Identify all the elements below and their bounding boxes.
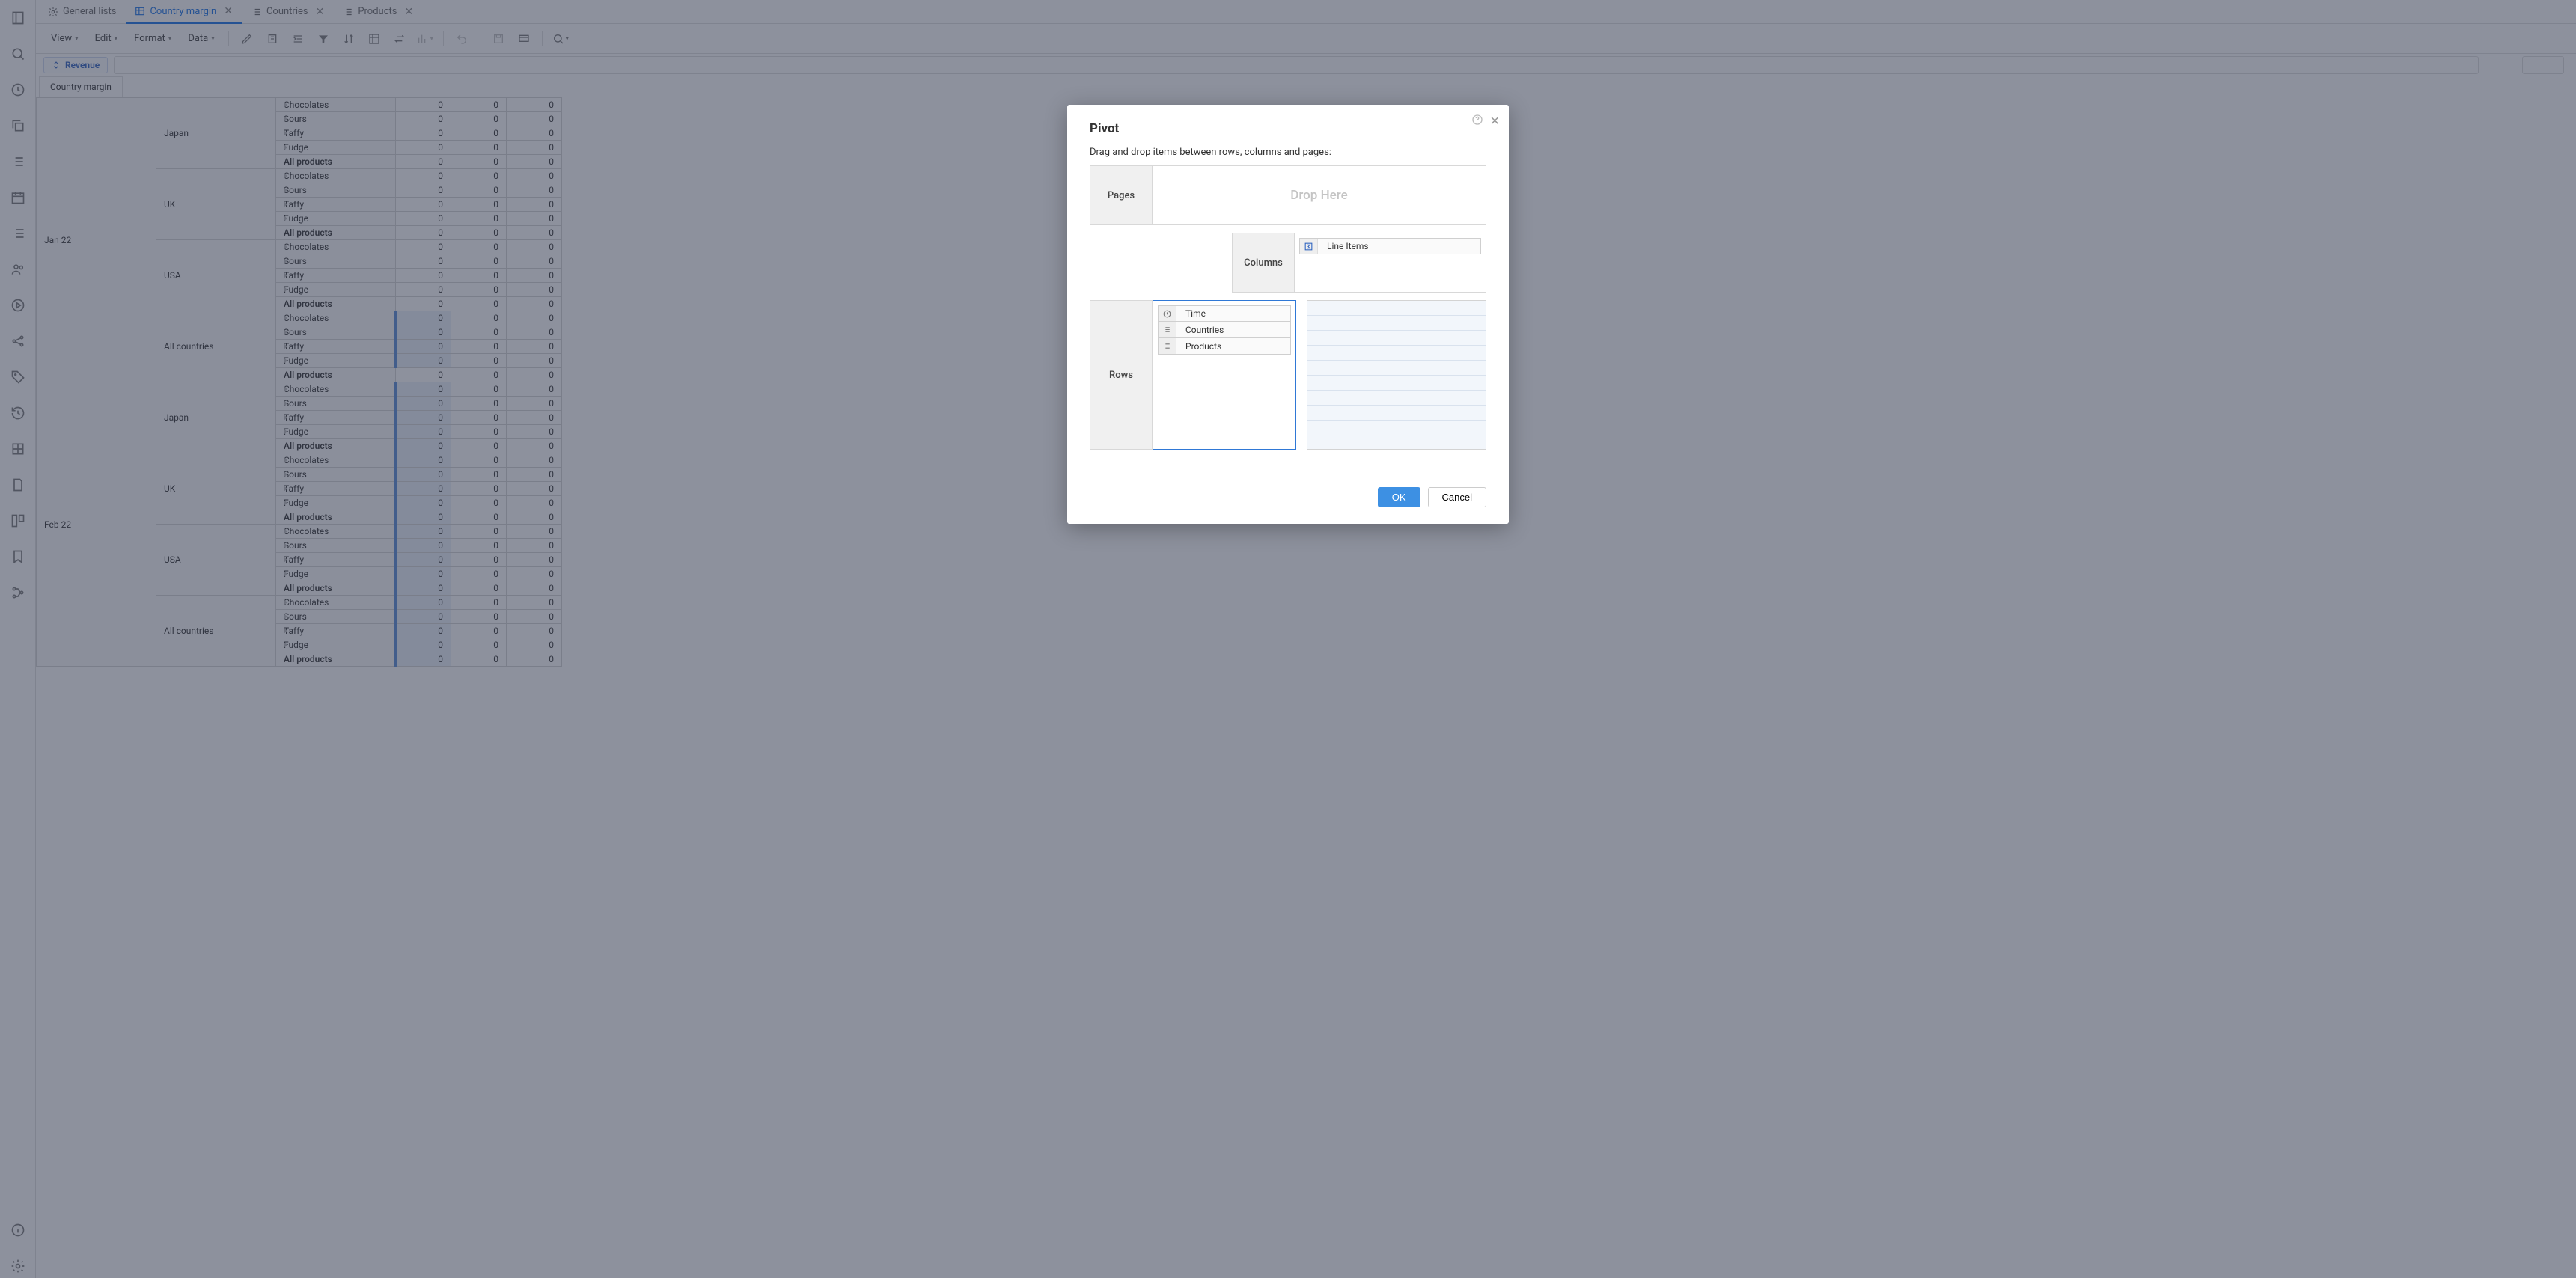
- drop-zone-pages[interactable]: Drop Here: [1153, 165, 1486, 225]
- drop-zone-rows[interactable]: Time Countries Products: [1153, 300, 1296, 450]
- drop-zone-columns[interactable]: Line Items: [1295, 233, 1486, 293]
- rows-label: Rows: [1090, 300, 1153, 450]
- dim-line-items[interactable]: Line Items: [1299, 238, 1481, 254]
- clock-icon: [1159, 306, 1176, 321]
- dim-time[interactable]: Time: [1158, 305, 1291, 322]
- help-icon[interactable]: [1471, 114, 1483, 129]
- formula-icon: [1300, 239, 1318, 254]
- pivot-dialog: ✕ Pivot Drag and drop items between rows…: [1067, 105, 1509, 524]
- pages-label: Pages: [1090, 165, 1153, 225]
- rows-well[interactable]: Rows Time Countries Products: [1090, 300, 1296, 450]
- cancel-button[interactable]: Cancel: [1428, 487, 1486, 507]
- pages-well[interactable]: Pages Drop Here: [1090, 165, 1486, 225]
- list-icon: [1159, 338, 1176, 354]
- close-icon[interactable]: ✕: [1490, 114, 1500, 128]
- pivot-preview: [1307, 300, 1486, 450]
- columns-well[interactable]: Columns Line Items: [1232, 233, 1486, 293]
- columns-label: Columns: [1232, 233, 1295, 293]
- dialog-title: Pivot: [1090, 121, 1486, 136]
- ok-button[interactable]: OK: [1378, 487, 1420, 507]
- modal-overlay: ✕ Pivot Drag and drop items between rows…: [0, 0, 2576, 1278]
- list-icon: [1159, 322, 1176, 337]
- dim-countries[interactable]: Countries: [1158, 322, 1291, 338]
- dim-products[interactable]: Products: [1158, 338, 1291, 355]
- dialog-subtitle: Drag and drop items between rows, column…: [1090, 147, 1486, 158]
